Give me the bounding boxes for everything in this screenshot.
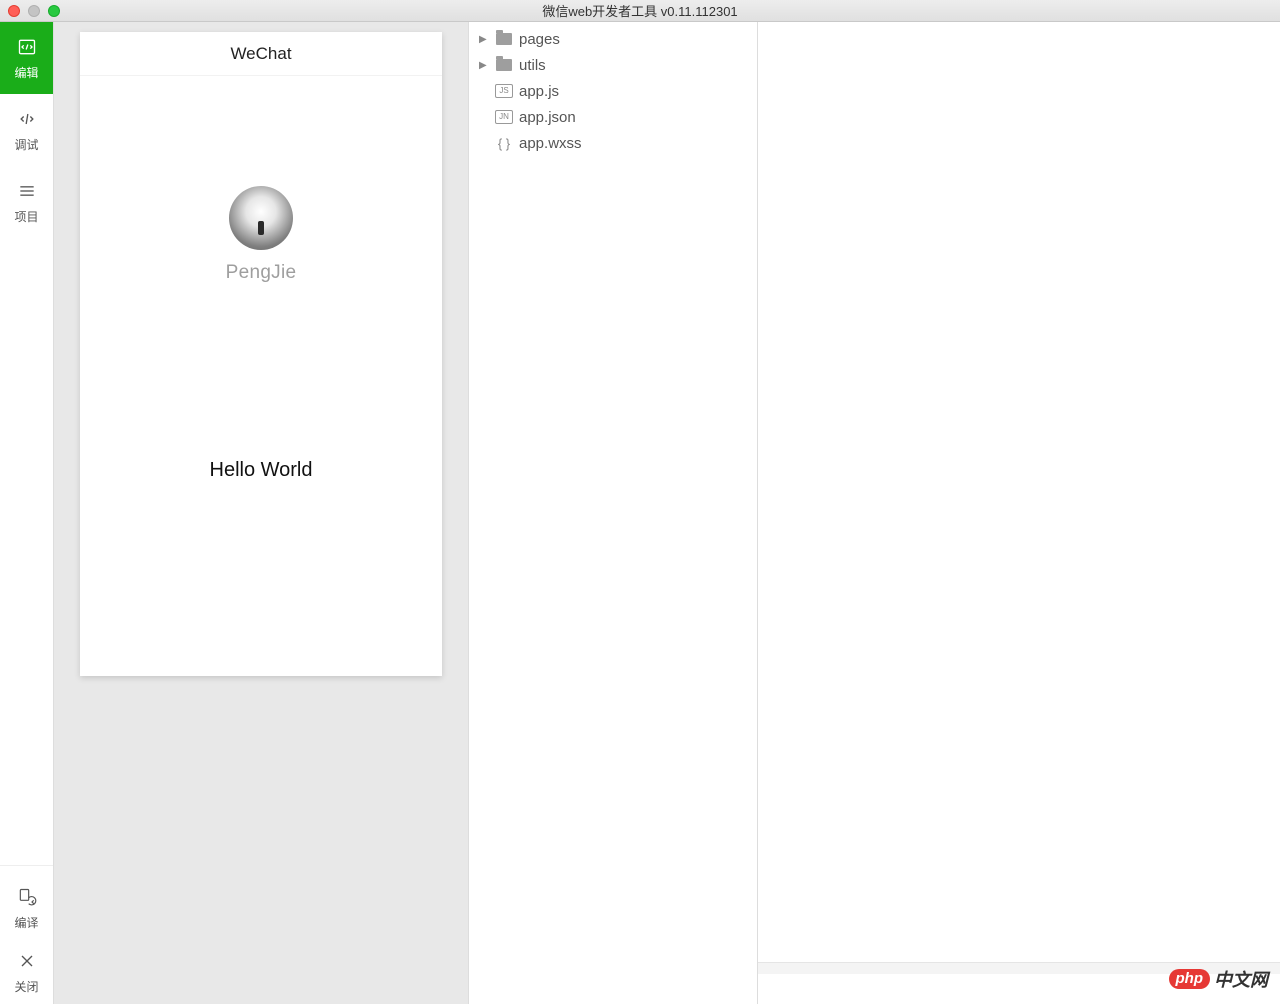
editor-panel[interactable] bbox=[758, 22, 1280, 1004]
window-controls bbox=[0, 5, 60, 17]
file-tree-panel: ▶ pages ▶ utils JS app.js JN app.json { … bbox=[468, 22, 758, 1004]
tree-item-pages[interactable]: ▶ pages bbox=[469, 26, 757, 52]
sidebar-top: 编辑 调试 项目 bbox=[0, 22, 53, 238]
compile-icon bbox=[16, 886, 38, 908]
chevron-right-icon: ▶ bbox=[479, 60, 489, 71]
window-title: 微信web开发者工具 v0.11.112301 bbox=[0, 1, 1280, 20]
js-file-icon: JS bbox=[495, 84, 513, 98]
preview-nav-title: WeChat bbox=[80, 32, 442, 76]
sidebar: 编辑 调试 项目 bbox=[0, 22, 54, 1004]
chevron-right-icon: ▶ bbox=[479, 34, 489, 45]
tree-item-app-wxss[interactable]: { } app.wxss bbox=[469, 130, 757, 156]
sidebar-item-edit[interactable]: 编辑 bbox=[0, 22, 53, 94]
close-icon bbox=[16, 950, 38, 972]
tree-item-label: pages bbox=[519, 31, 560, 48]
folder-icon bbox=[495, 32, 513, 46]
tree-item-label: app.wxss bbox=[519, 135, 582, 152]
json-file-icon: JN bbox=[495, 110, 513, 124]
preview-body: PengJie Hello World bbox=[80, 76, 442, 676]
menu-lines-icon bbox=[16, 180, 38, 202]
sidebar-spacer bbox=[0, 238, 53, 865]
code-debug-icon bbox=[16, 108, 38, 130]
watermark-text: 中文网 bbox=[1214, 966, 1268, 992]
window-minimize-button[interactable] bbox=[28, 5, 40, 17]
sidebar-item-close[interactable]: 关闭 bbox=[0, 940, 53, 1004]
folder-icon bbox=[495, 58, 513, 72]
tree-item-label: app.js bbox=[519, 83, 559, 100]
preview-panel: WeChat PengJie Hello World bbox=[54, 22, 468, 1004]
watermark: php 中文网 bbox=[1169, 966, 1269, 992]
wxss-file-icon: { } bbox=[495, 136, 513, 150]
window-maximize-button[interactable] bbox=[48, 5, 60, 17]
sidebar-bottom: 编译 关闭 bbox=[0, 865, 53, 1004]
sidebar-item-debug[interactable]: 调试 bbox=[0, 94, 53, 166]
sidebar-item-label: 编译 bbox=[14, 914, 38, 931]
preview-username: PengJie bbox=[226, 262, 297, 284]
sidebar-item-compile[interactable]: 编译 bbox=[0, 876, 53, 940]
tree-item-app-js[interactable]: JS app.js bbox=[469, 78, 757, 104]
main-layout: 编辑 调试 项目 bbox=[0, 22, 1280, 1004]
sidebar-item-project[interactable]: 项目 bbox=[0, 166, 53, 238]
window-titlebar: 微信web开发者工具 v0.11.112301 bbox=[0, 0, 1280, 22]
watermark-badge: php bbox=[1169, 969, 1211, 989]
tree-item-label: utils bbox=[519, 57, 546, 74]
sidebar-item-label: 关闭 bbox=[14, 978, 38, 995]
sidebar-item-label: 调试 bbox=[14, 136, 38, 153]
preview-hello-text: Hello World bbox=[210, 459, 313, 482]
phone-preview: WeChat PengJie Hello World bbox=[80, 32, 442, 676]
sidebar-item-label: 项目 bbox=[14, 208, 38, 225]
window-close-button[interactable] bbox=[8, 5, 20, 17]
tree-item-app-json[interactable]: JN app.json bbox=[469, 104, 757, 130]
avatar bbox=[229, 186, 293, 250]
code-editor-icon bbox=[16, 36, 38, 58]
tree-item-utils[interactable]: ▶ utils bbox=[469, 52, 757, 78]
tree-item-label: app.json bbox=[519, 109, 576, 126]
sidebar-item-label: 编辑 bbox=[14, 64, 38, 81]
